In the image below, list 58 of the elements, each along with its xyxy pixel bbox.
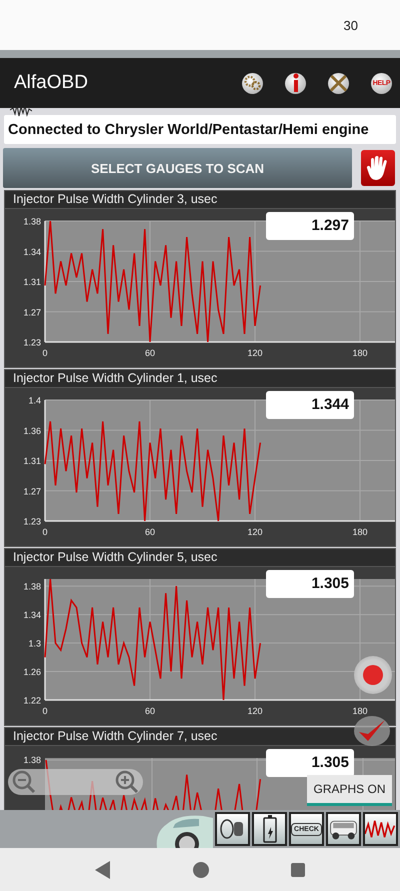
- axis-label: 1.31: [23, 456, 41, 466]
- axis-label: 1.23: [23, 338, 41, 348]
- axis-label: 60: [145, 527, 155, 537]
- axis-label: 1.23: [23, 516, 41, 526]
- axis-label: 120: [247, 348, 263, 358]
- reading-value: 1.297: [266, 212, 354, 240]
- back-icon[interactable]: [95, 860, 111, 878]
- gears-button[interactable]: [242, 72, 263, 94]
- battery-icon: [262, 815, 276, 843]
- axis-label: 180: [352, 527, 368, 537]
- vehicle-button[interactable]: [326, 812, 361, 846]
- axis-label: 1.38: [23, 216, 41, 226]
- stop-button[interactable]: [361, 150, 395, 186]
- axis-label: 1.27: [23, 307, 41, 318]
- axis-label: 1.36: [23, 426, 41, 436]
- axis-label: 1.26: [23, 667, 41, 678]
- gauge-title: Injector Pulse Width Cylinder 7, usec: [5, 728, 395, 746]
- app-title: AlfaOBD: [14, 72, 88, 94]
- hand-icon: [366, 155, 390, 181]
- axis-label: 0: [42, 348, 48, 358]
- zoom-in-icon[interactable]: [115, 770, 139, 794]
- axis-label: 1.27: [23, 486, 41, 496]
- graphs-toggle[interactable]: GRAPHS ON: [307, 775, 392, 806]
- gauge-title: Injector Pulse Width Cylinder 5, usec: [5, 549, 395, 567]
- axis-label: 1.38: [23, 755, 41, 765]
- axis-label: 0: [42, 706, 48, 716]
- axis-label: 60: [145, 706, 155, 716]
- home-icon[interactable]: [193, 862, 209, 878]
- recent-apps-icon[interactable]: [291, 862, 305, 876]
- axis-label: 120: [247, 706, 263, 716]
- axis-label: 1.31: [23, 277, 41, 287]
- gauge-title: Injector Pulse Width Cylinder 3, usec: [5, 191, 395, 209]
- axis-label: 1.38: [23, 582, 41, 592]
- crossed-tools-icon: [328, 72, 349, 94]
- info-icon: [290, 73, 300, 93]
- battery-button[interactable]: [252, 812, 287, 846]
- axis-label: 1.3: [28, 638, 41, 649]
- axis-label: 0: [42, 527, 48, 537]
- axis-label: 1.22: [23, 696, 41, 706]
- axis-label: 180: [352, 348, 368, 358]
- axis-label: 60: [145, 348, 155, 358]
- axis-label: 1.34: [23, 246, 41, 257]
- axis-label: 1.34: [23, 610, 41, 620]
- graph-button[interactable]: [363, 812, 398, 846]
- axis-label: 180: [352, 706, 368, 716]
- ignition-button[interactable]: [215, 812, 250, 846]
- scan-button[interactable]: SELECT GAUGES TO SCAN: [3, 148, 352, 188]
- reading-value: 1.305: [266, 749, 354, 777]
- axis-label: 120: [247, 527, 263, 537]
- connection-field: Connected to Chrysler World/Pentastar/Hemi engine: [4, 115, 396, 144]
- battery-level: 30: [344, 18, 358, 32]
- reading-value: 1.344: [266, 391, 354, 419]
- tools-button[interactable]: [328, 72, 349, 94]
- axis-label: 1.4: [28, 396, 41, 406]
- info-button[interactable]: [285, 72, 306, 94]
- reading-value: 1.305: [266, 570, 354, 598]
- zoom-control[interactable]: [8, 769, 143, 795]
- gauge-title: Injector Pulse Width Cylinder 1, usec: [5, 370, 395, 388]
